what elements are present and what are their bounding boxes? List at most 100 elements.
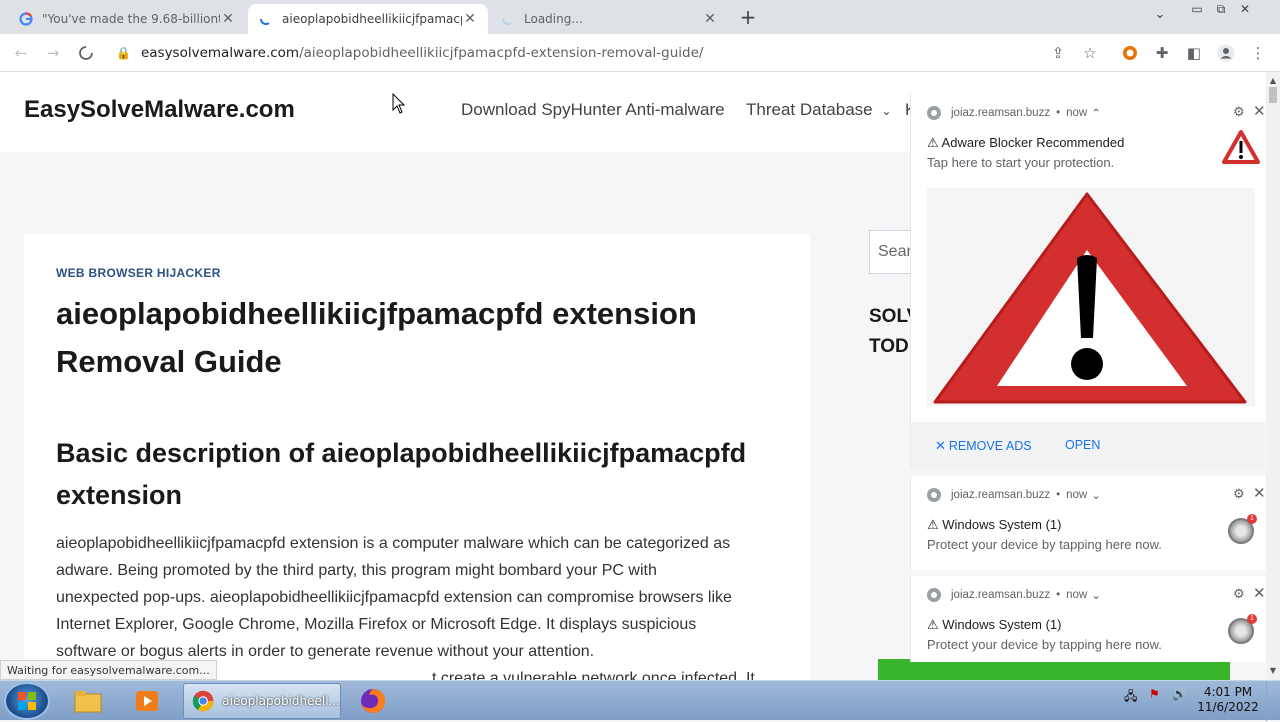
settings-gear-icon: 1 bbox=[1228, 614, 1257, 644]
nav-download-spyhunter[interactable]: Download SpyHunter Anti-malware bbox=[461, 100, 725, 120]
chrome-icon bbox=[192, 690, 214, 712]
notification-badge: 1 bbox=[1247, 514, 1257, 524]
restore-button[interactable]: ⧉ bbox=[1208, 0, 1234, 20]
close-icon[interactable]: ✕ bbox=[1253, 102, 1266, 120]
body-line: aieoplapobidheellikiicjfpamacpfd extensi… bbox=[56, 535, 731, 552]
source-domain: joiaz.reamsan.buzz bbox=[951, 107, 1051, 119]
article-category[interactable]: WEB BROWSER HIJACKER bbox=[56, 266, 221, 280]
open-button[interactable]: OPEN bbox=[1065, 438, 1100, 452]
separator-dot: • bbox=[1056, 589, 1061, 601]
chrome-icon bbox=[927, 588, 941, 602]
action-center-error-icon[interactable]: ⚑ bbox=[1149, 687, 1160, 701]
green-download-banner[interactable] bbox=[878, 659, 1230, 680]
kebab-menu-icon[interactable]: ⋮ bbox=[1247, 42, 1269, 64]
folder-icon bbox=[74, 691, 102, 713]
star-icon[interactable]: ☆ bbox=[1079, 42, 1101, 64]
body-line: adware. Being promoted by the third part… bbox=[56, 562, 657, 579]
title-line: Removal Guide bbox=[56, 344, 282, 379]
notification-time: now bbox=[1066, 589, 1088, 601]
share-icon[interactable]: ⇪ bbox=[1047, 42, 1069, 64]
chevron-down-icon[interactable]: ⌄ bbox=[1091, 588, 1101, 602]
site-logo[interactable]: EasySolveMalware.com bbox=[24, 96, 295, 124]
lock-icon: 🔒 bbox=[116, 46, 131, 60]
tab-loading[interactable]: Loading... ✕ bbox=[490, 4, 728, 34]
show-desktop-button[interactable] bbox=[1266, 681, 1280, 721]
article-body: aieoplapobidheellikiicjfpamacpfd extensi… bbox=[56, 530, 786, 680]
notification-source: joiaz.reamsan.buzz • now ⌃ bbox=[927, 106, 1101, 120]
heading-line: Basic description of aieoplapobidheellik… bbox=[56, 438, 747, 468]
forward-arrow-icon[interactable]: → bbox=[42, 42, 64, 64]
chevron-down-icon[interactable]: ⌄ bbox=[1091, 488, 1101, 502]
address-bar[interactable]: 🔒 easysolvemalware.com/aieoplapobidheell… bbox=[108, 39, 1108, 67]
loading-icon bbox=[500, 11, 516, 27]
firefox-taskbar-button[interactable] bbox=[347, 683, 399, 719]
tab-title: aieoplapobidheellikiicjfpamacpfd bbox=[282, 12, 462, 26]
scroll-up-icon[interactable]: ▲ bbox=[1266, 74, 1280, 88]
explorer-taskbar-button[interactable] bbox=[62, 683, 114, 719]
body-line: Internet Explorer, Google Chrome, Mozill… bbox=[56, 616, 697, 633]
notification-body: Protect your device by tapping here now. bbox=[927, 637, 1162, 652]
article-title: aieoplapobidheellikiicjfpamacpfd extensi… bbox=[56, 290, 776, 386]
gear-icon[interactable]: ⚙ bbox=[1233, 586, 1245, 602]
article-card: WEB BROWSER HIJACKER aieoplapobidheellik… bbox=[24, 234, 810, 680]
scroll-thumb[interactable] bbox=[1269, 87, 1277, 103]
separator-dot: • bbox=[1056, 489, 1061, 501]
minimize-button[interactable]: ▭ bbox=[1184, 0, 1210, 20]
google-icon bbox=[18, 11, 34, 27]
loading-icon bbox=[258, 11, 274, 27]
notification-title: ⚠ Windows System (1) bbox=[927, 517, 1062, 532]
body-line: unexpected pop-ups. aieoplapobidheelliki… bbox=[56, 589, 732, 606]
start-button[interactable] bbox=[4, 682, 50, 720]
back-arrow-icon[interactable]: ← bbox=[10, 42, 32, 64]
chrome-taskbar-label: aieoplapobidheell... bbox=[222, 694, 340, 708]
windows-taskbar: aieoplapobidheell... 🖧 ⚑ 🔊 4:01 PM 11/6/… bbox=[0, 680, 1280, 721]
close-window-button[interactable]: ✕ bbox=[1232, 0, 1258, 20]
chrome-taskbar-button[interactable]: aieoplapobidheell... bbox=[183, 683, 341, 719]
mouse-cursor-icon bbox=[392, 93, 406, 114]
side-panel-icon[interactable]: ◧ bbox=[1183, 42, 1205, 64]
system-clock[interactable]: 4:01 PM 11/6/2022 bbox=[1196, 685, 1260, 715]
close-icon: ✕ bbox=[935, 438, 946, 453]
gear-icon[interactable]: ⚙ bbox=[1233, 104, 1245, 120]
remove-ads-button[interactable]: ✕ REMOVE ADS bbox=[935, 438, 1032, 454]
chevron-up-icon[interactable]: ⌃ bbox=[1091, 106, 1101, 120]
stop-loading-icon[interactable] bbox=[75, 42, 97, 64]
close-icon[interactable]: ✕ bbox=[1253, 584, 1266, 602]
tab-strip: "You've made the 9.68-billionth s ✕ aieo… bbox=[0, 0, 1280, 34]
puzzle-icon[interactable]: ✚ bbox=[1151, 42, 1173, 64]
notification-badge: 1 bbox=[1247, 614, 1257, 624]
notification-windows-system-2[interactable]: joiaz.reamsan.buzz • now ⌄ ⚙ ✕ ⚠ Windows… bbox=[910, 576, 1266, 662]
tab-google[interactable]: "You've made the 9.68-billionth s ✕ bbox=[8, 4, 246, 34]
chrome-icon bbox=[927, 106, 941, 120]
page-scrollbar[interactable]: ▲ ▼ bbox=[1266, 72, 1280, 680]
section-heading: Basic description of aieoplapobidheellik… bbox=[56, 432, 786, 516]
close-icon[interactable]: ✕ bbox=[220, 11, 236, 27]
nav-threat-database[interactable]: Threat Database ⌄ bbox=[746, 100, 891, 120]
clock-date: 11/6/2022 bbox=[1197, 700, 1259, 714]
nav-label: Threat Database bbox=[746, 100, 873, 119]
heading-line: extension bbox=[56, 480, 183, 510]
tab-title: Loading... bbox=[524, 12, 583, 26]
notification-body: Tap here to start your protection. bbox=[927, 155, 1115, 170]
notification-adware[interactable]: joiaz.reamsan.buzz • now ⌃ ⚙ ✕ ⚠ Adware … bbox=[910, 94, 1267, 470]
scroll-down-icon[interactable]: ▼ bbox=[1266, 664, 1280, 678]
notification-title: ⚠ Adware Blocker Recommended bbox=[927, 135, 1125, 150]
close-icon[interactable]: ✕ bbox=[1253, 484, 1266, 502]
tab-active[interactable]: aieoplapobidheellikiicjfpamacpfd ✕ bbox=[248, 4, 488, 34]
notification-time: now bbox=[1066, 107, 1088, 119]
notification-actions: ✕ REMOVE ADS OPEN bbox=[911, 422, 1267, 470]
close-icon[interactable]: ✕ bbox=[702, 11, 718, 27]
gear-icon[interactable]: ⚙ bbox=[1233, 486, 1245, 502]
notification-time: now bbox=[1066, 489, 1088, 501]
close-icon[interactable]: ✕ bbox=[462, 11, 478, 27]
extension-avatar-icon[interactable] bbox=[1119, 42, 1141, 64]
warning-triangle-icon bbox=[1222, 130, 1260, 164]
new-tab-button[interactable]: + bbox=[737, 6, 759, 28]
profile-icon[interactable] bbox=[1215, 42, 1237, 64]
notification-windows-system-1[interactable]: joiaz.reamsan.buzz • now ⌄ ⚙ ✕ ⚠ Windows… bbox=[910, 476, 1266, 570]
volume-icon[interactable]: 🔊 bbox=[1172, 687, 1187, 701]
network-icon[interactable]: 🖧 bbox=[1124, 687, 1137, 708]
media-player-taskbar-button[interactable] bbox=[120, 683, 174, 719]
remove-ads-label: REMOVE ADS bbox=[948, 439, 1032, 453]
tab-search-chevron-icon[interactable]: ⌄ bbox=[1148, 6, 1172, 26]
